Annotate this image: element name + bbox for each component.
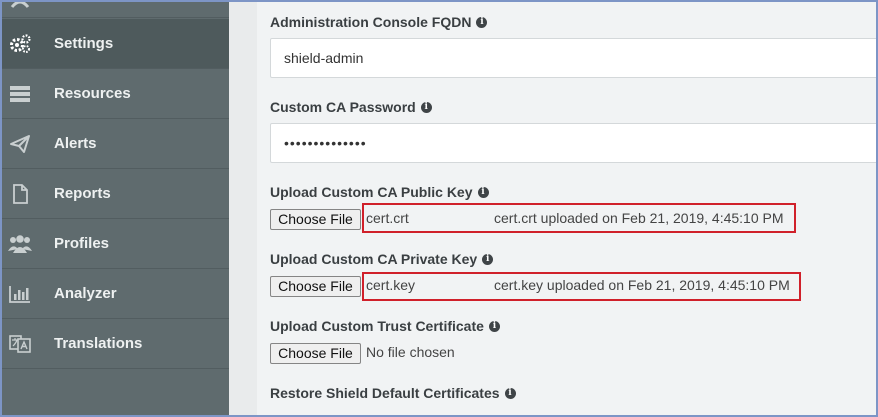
choose-file-button[interactable]: Choose File [270, 342, 361, 364]
dashboard-icon [8, 0, 32, 14]
sidebar-item-settings[interactable]: Settings [2, 19, 229, 69]
highlight-box [362, 203, 796, 233]
info-icon[interactable]: i [482, 253, 494, 265]
sidebar-item-label: Reports [54, 185, 111, 202]
sidebar-item-profiles[interactable]: Profiles [2, 219, 229, 269]
server-icon [8, 82, 32, 106]
public-key-file-input[interactable]: Choose File [270, 207, 361, 231]
translate-icon [8, 332, 32, 356]
private-key-file-input[interactable]: Choose File [270, 274, 361, 298]
sidebar-item-label: Alerts [54, 135, 97, 152]
trust-cert-label: Upload Custom Trust Certificate i [270, 318, 500, 334]
public-key-label: Upload Custom CA Public Key i [270, 184, 489, 200]
settings-form: Administration Console FQDN i shield-adm… [257, 0, 878, 417]
sidebar-item-analyzer[interactable]: Analyzer [2, 269, 229, 319]
sidebar-gutter [229, 0, 257, 417]
info-icon[interactable]: i [476, 16, 488, 28]
trust-cert-filename: No file chosen [366, 344, 455, 360]
sidebar-item-alerts[interactable]: Alerts [2, 119, 229, 169]
file-icon [8, 182, 32, 206]
ca-password-input[interactable]: •••••••••••••• [270, 123, 878, 163]
paper-plane-icon [8, 132, 32, 156]
ca-password-label: Custom CA Password i [270, 99, 432, 115]
choose-file-button[interactable]: Choose File [270, 275, 361, 297]
gears-icon [8, 32, 32, 56]
fqdn-input[interactable]: shield-admin [270, 38, 878, 78]
sidebar-item-top[interactable] [2, 0, 229, 18]
bar-chart-icon [8, 282, 32, 306]
sidebar-item-resources[interactable]: Resources [2, 69, 229, 119]
restore-defaults-label: Restore Shield Default Certificates i [270, 385, 516, 401]
info-icon[interactable]: i [477, 186, 489, 198]
users-icon [8, 232, 32, 256]
sidebar-item-label: Translations [54, 335, 143, 352]
info-icon[interactable]: i [504, 387, 516, 399]
sidebar-item-reports[interactable]: Reports [2, 169, 229, 219]
sidebar-item-translations[interactable]: Translations [2, 319, 229, 369]
sidebar-item-label: Analyzer [54, 285, 117, 302]
trust-cert-file-input[interactable]: Choose File [270, 341, 361, 365]
sidebar-item-label: Profiles [54, 235, 110, 252]
private-key-label: Upload Custom CA Private Key i [270, 251, 494, 267]
choose-file-button[interactable]: Choose File [270, 208, 361, 230]
info-icon[interactable]: i [420, 101, 432, 113]
sidebar-item-label: Settings [54, 35, 114, 52]
sidebar: Settings Resources Alerts Reports Profil… [2, 0, 229, 417]
info-icon[interactable]: i [488, 320, 500, 332]
sidebar-item-label: Resources [54, 85, 131, 102]
highlight-box [362, 272, 801, 301]
fqdn-label: Administration Console FQDN i [270, 14, 488, 30]
